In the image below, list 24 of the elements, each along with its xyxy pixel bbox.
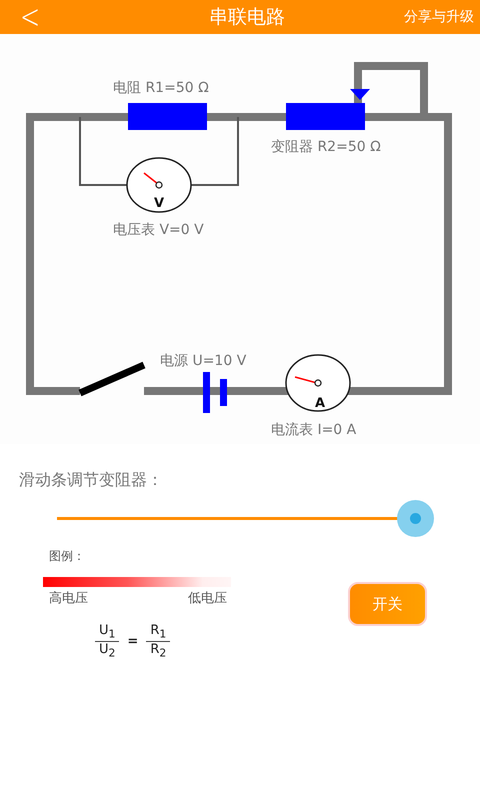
formula-denominator: U$_{2}$: [99, 642, 116, 660]
battery: [203, 372, 227, 413]
resistor-label: 电阻 R1=50 Ω: [113, 80, 209, 96]
high-voltage-label: 高电压: [49, 590, 88, 607]
share-upgrade-link[interactable]: 分享与升级: [404, 8, 480, 26]
ammeter: A: [285, 354, 351, 412]
formula-numerator: R$_{1}$: [146, 623, 170, 642]
voltmeter: V: [126, 157, 192, 213]
slider-thumb[interactable]: [397, 500, 434, 537]
page-title: 串联电路: [208, 5, 286, 30]
back-button[interactable]: <: [0, 0, 60, 37]
equals-sign: =: [127, 634, 138, 649]
low-voltage-label: 低电压: [188, 590, 227, 607]
slider-label: 滑动条调节变阻器：: [19, 470, 164, 491]
switch-lever[interactable]: [78, 362, 146, 396]
legend-title: 图例：: [49, 548, 86, 565]
switch-button[interactable]: 开关: [348, 582, 427, 626]
rheostat-label: 变阻器 R2=50 Ω: [271, 139, 381, 155]
voltmeter-label: 电压表 V=0 V: [113, 222, 204, 238]
formula-denominator: R$_{2}$: [150, 642, 166, 660]
ammeter-label: 电流表 I=0 A: [271, 422, 356, 438]
slider-pointer-icon: [350, 89, 370, 100]
formula-numerator: U$_{1}$: [95, 623, 120, 642]
source-label: 电源 U=10 V: [160, 353, 246, 369]
